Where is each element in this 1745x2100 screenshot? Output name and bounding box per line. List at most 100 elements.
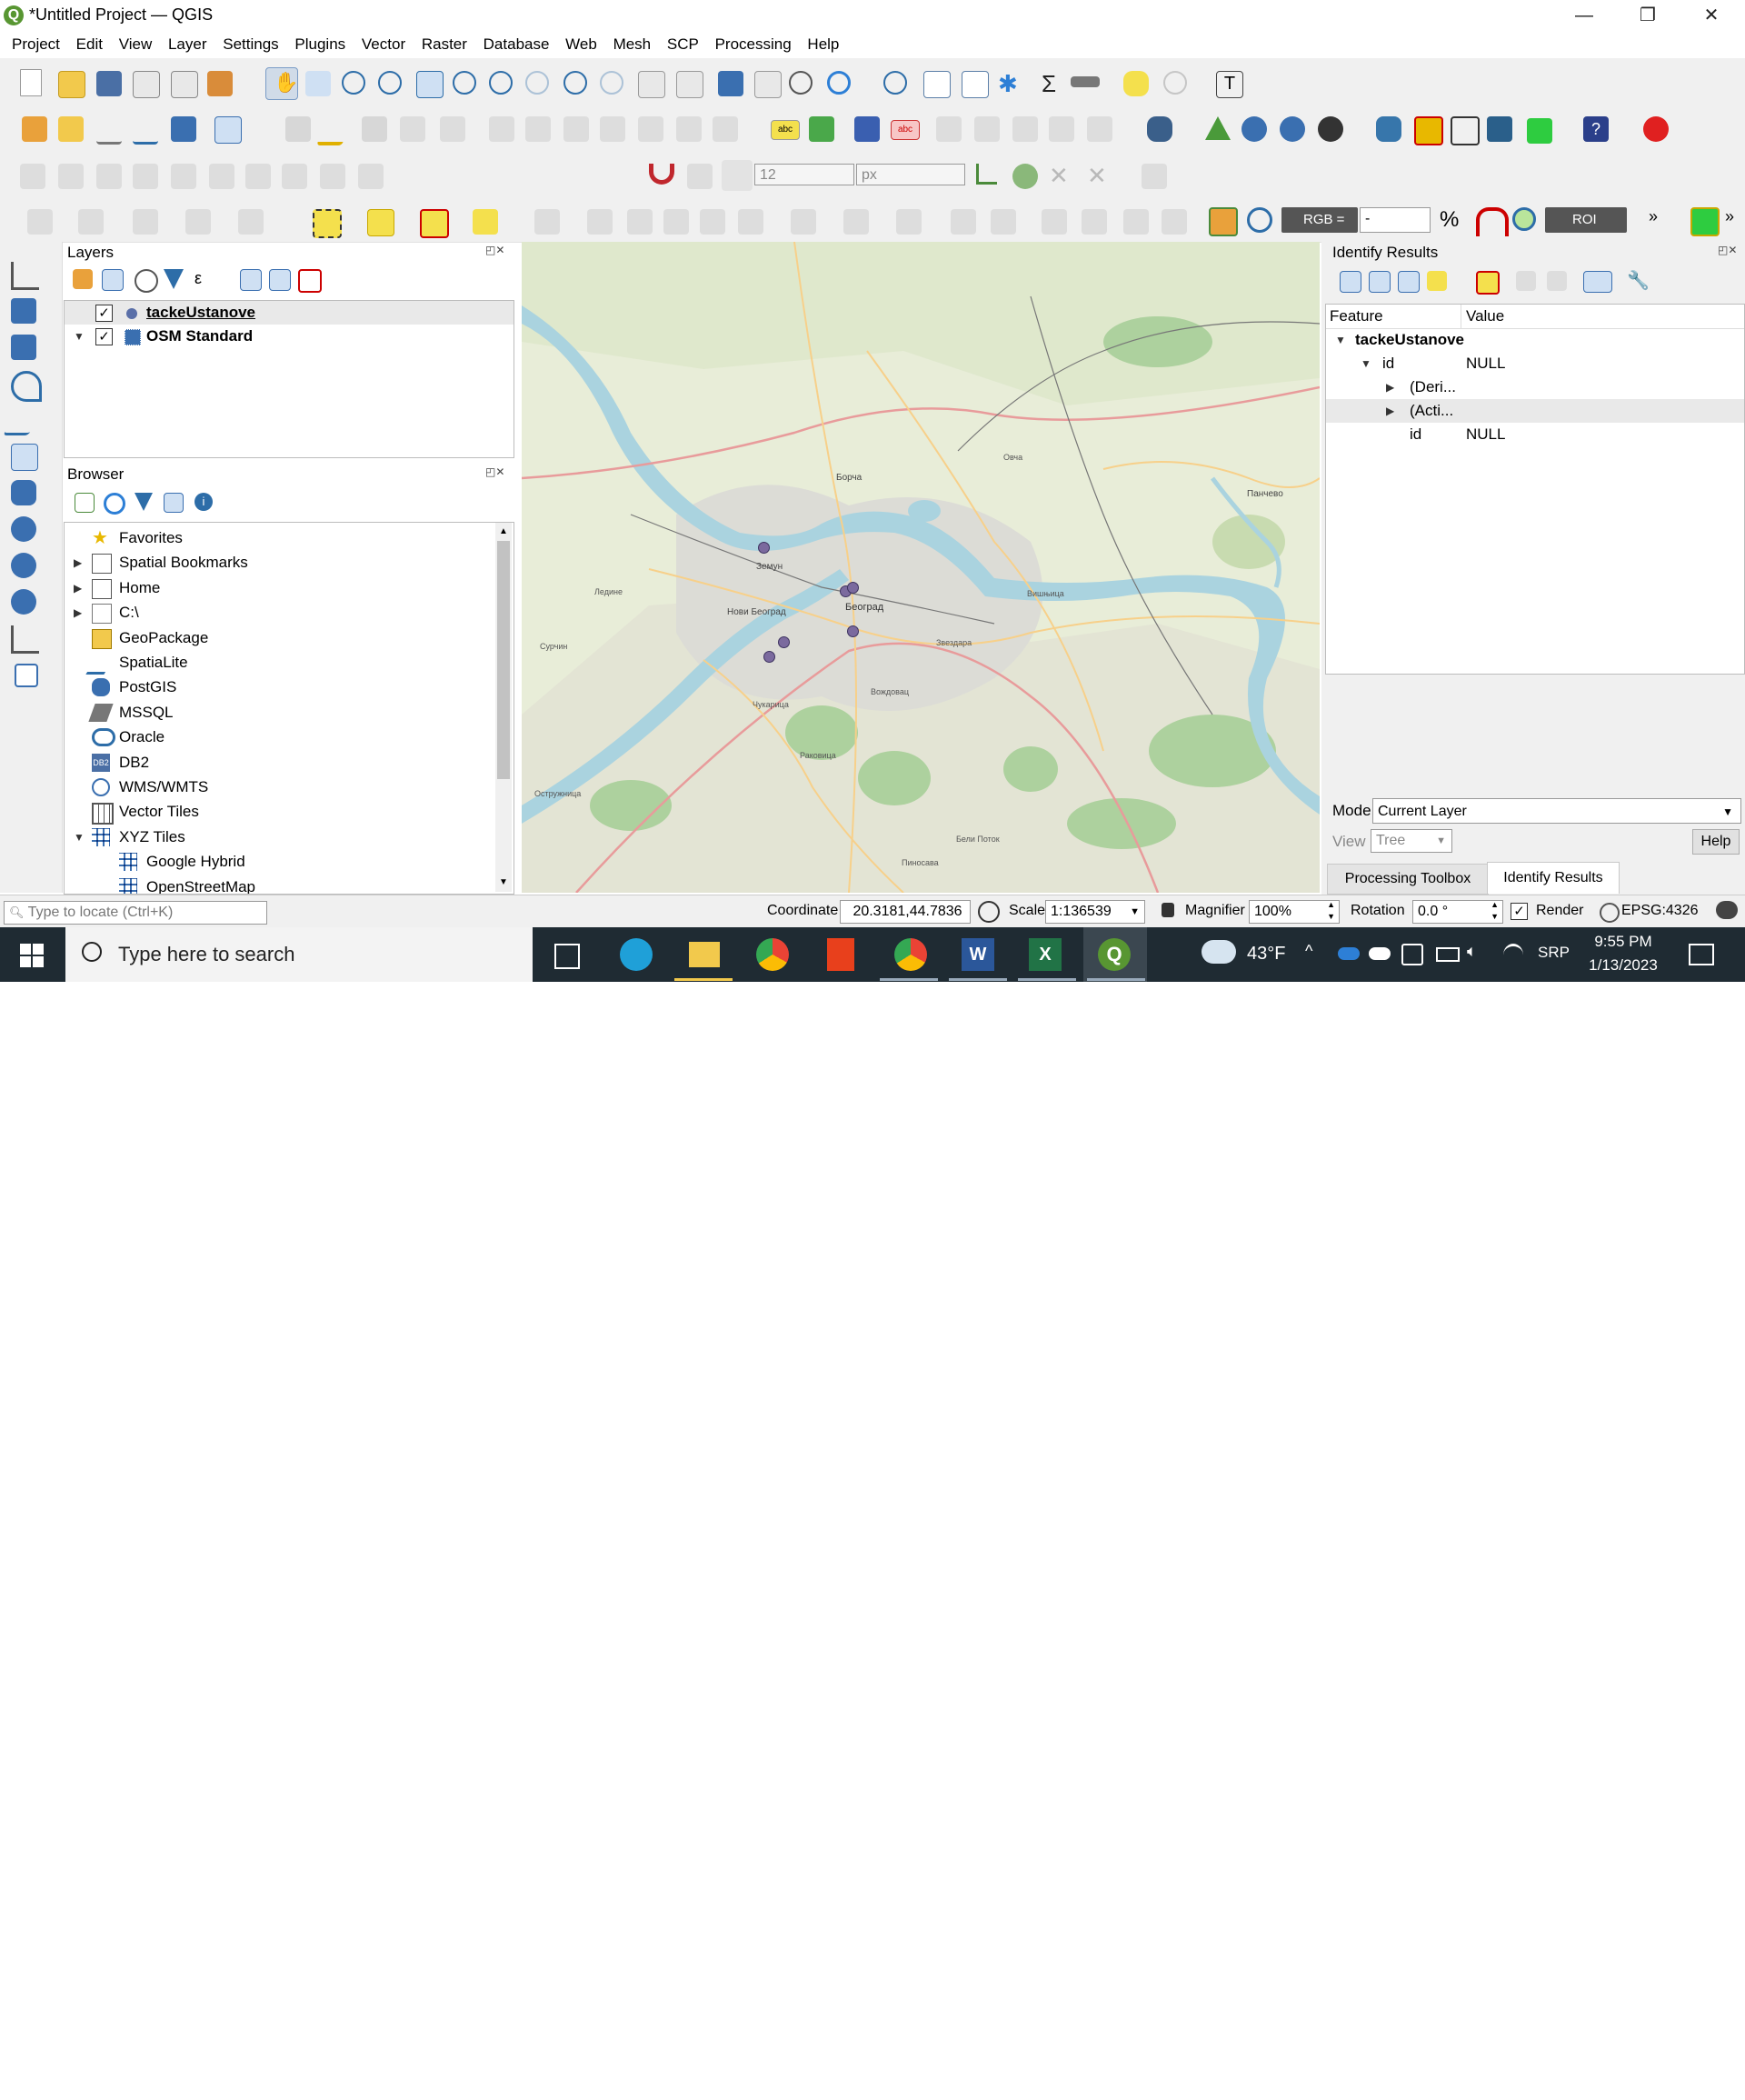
pin-labels-icon[interactable] xyxy=(936,116,962,142)
new-temporary-layer-icon[interactable] xyxy=(171,116,196,142)
spin-arrows-icon[interactable]: ▲ ▼ xyxy=(1491,899,1499,923)
metasearch-icon[interactable] xyxy=(1318,116,1343,142)
snapping-units-select[interactable]: px xyxy=(856,164,965,185)
scp-band-set-icon[interactable] xyxy=(1209,207,1238,236)
annotation-3-icon[interactable] xyxy=(843,209,869,235)
render-checkbox[interactable]: ✓ xyxy=(1511,903,1528,920)
db-manager-icon[interactable] xyxy=(1147,116,1172,142)
remove-layer-icon[interactable] xyxy=(298,269,322,293)
zoom-out-icon[interactable] xyxy=(378,71,402,95)
result-layer-name[interactable]: tackeUstanove xyxy=(1355,328,1464,352)
map-feature-point[interactable] xyxy=(847,582,859,594)
bounding-box-icon[interactable] xyxy=(1451,116,1480,145)
rotate-label-icon[interactable] xyxy=(1049,116,1074,142)
crs-status[interactable]: EPSG:4326 xyxy=(1621,903,1699,919)
new-virtual-layer-icon[interactable] xyxy=(214,116,242,144)
layer-visibility-checkbox[interactable]: ✓ xyxy=(95,305,113,322)
expand-arrow-icon[interactable]: ▼ xyxy=(1361,357,1371,370)
expand-new-results-icon[interactable] xyxy=(1369,271,1391,293)
panel-float-close-icon[interactable]: ◰✕ xyxy=(485,244,504,256)
deselect-all-icon[interactable] xyxy=(420,209,449,238)
pan-map-icon[interactable]: ✋ xyxy=(265,67,298,100)
menu-help[interactable]: Help xyxy=(795,31,839,58)
add-mesh-layer-icon[interactable] xyxy=(11,335,36,360)
python-console-icon[interactable] xyxy=(1376,116,1401,142)
panel-float-close-icon[interactable]: ◰✕ xyxy=(1718,244,1737,256)
browser-item[interactable]: GeoPackage xyxy=(119,626,208,650)
browser-item[interactable]: C:\ xyxy=(119,601,139,625)
weather-temperature[interactable]: 43°F xyxy=(1247,944,1285,965)
magnifier-spinbox[interactable]: 100% ▲ ▼ xyxy=(1249,900,1340,924)
expand-arrow-icon[interactable]: ▶ xyxy=(74,606,82,619)
scp-plugin-icon[interactable] xyxy=(1643,116,1669,142)
new-print-layout-icon[interactable] xyxy=(133,71,160,98)
toggle-editing-icon[interactable] xyxy=(316,116,353,145)
add-grid-icon[interactable] xyxy=(15,664,38,687)
new-3d-map-view-icon[interactable] xyxy=(676,71,703,98)
new-spatialite-layer-icon[interactable] xyxy=(133,116,158,145)
annotation-6-icon[interactable] xyxy=(991,209,1016,235)
add-feature-icon[interactable] xyxy=(400,116,425,142)
tab-processing-toolbox[interactable]: Processing Toolbox xyxy=(1327,864,1489,895)
browser-item[interactable]: PostGIS xyxy=(119,675,176,699)
clock-time[interactable]: 9:55 PM xyxy=(1587,933,1660,951)
scale-combo[interactable]: 1:136539 ▼ xyxy=(1045,900,1145,924)
change-label-icon[interactable] xyxy=(1087,116,1112,142)
annotation-2-icon[interactable] xyxy=(791,209,816,235)
show-hide-labels-icon[interactable] xyxy=(974,116,1000,142)
snapping-mode-icon[interactable] xyxy=(687,164,713,189)
zoom-native-resolution-icon[interactable] xyxy=(525,71,549,95)
toggle-extents-icon[interactable] xyxy=(978,901,1000,923)
vertex-editor-icon[interactable] xyxy=(534,209,560,235)
select-by-radius-icon[interactable] xyxy=(78,209,104,235)
expand-tree-icon[interactable] xyxy=(1340,271,1361,293)
menu-vector[interactable]: Vector xyxy=(350,31,405,58)
layer-item-tackeustanove[interactable]: tackeUstanove xyxy=(146,301,255,325)
filter-by-expression-icon[interactable]: ε xyxy=(194,267,231,289)
lock-scale-icon[interactable] xyxy=(1162,903,1174,917)
close-button[interactable]: ✕ xyxy=(1680,0,1743,31)
manage-map-themes-icon[interactable] xyxy=(135,269,158,293)
scp-percent-stretch-icon[interactable]: % xyxy=(1440,207,1465,233)
attribute-table-icon[interactable] xyxy=(923,71,951,98)
browser-item[interactable]: Vector Tiles xyxy=(119,800,199,824)
menu-processing[interactable]: Processing xyxy=(703,31,792,58)
zoom-in-icon[interactable] xyxy=(342,71,365,95)
office-icon[interactable] xyxy=(827,938,854,971)
column-header-value[interactable]: Value xyxy=(1466,305,1504,328)
layout-manager-icon[interactable] xyxy=(171,71,198,98)
expand-arrow-icon[interactable]: ▼ xyxy=(1335,334,1346,346)
show-map-tips-icon[interactable] xyxy=(1163,71,1187,95)
filter-legend-icon[interactable] xyxy=(164,269,184,289)
result-feature-cell[interactable]: id xyxy=(1382,352,1394,375)
offset-point-symbols-icon[interactable] xyxy=(700,209,725,235)
add-vector-tile-icon[interactable] xyxy=(11,625,39,654)
print-results-icon[interactable] xyxy=(1547,271,1567,291)
expand-arrow-icon[interactable]: ▶ xyxy=(1386,405,1394,417)
messages-icon[interactable] xyxy=(1716,901,1738,919)
map-feature-point[interactable] xyxy=(763,651,775,663)
filter-browser-icon[interactable] xyxy=(135,493,153,511)
toolbar-overflow-button-2[interactable]: » xyxy=(1725,207,1734,226)
chrome-browser-icon[interactable] xyxy=(756,938,789,971)
result-feature-cell[interactable]: (Acti... xyxy=(1410,399,1453,423)
qgis-taskbar-icon[interactable]: Q xyxy=(1098,938,1131,971)
browser-item[interactable]: Home xyxy=(119,576,160,600)
panel-float-close-icon[interactable]: ◰✕ xyxy=(485,465,504,478)
copy-features-icon[interactable] xyxy=(600,116,625,142)
browser-item[interactable]: MSSQL xyxy=(119,701,174,725)
copy-feature-icon[interactable] xyxy=(1516,271,1536,291)
save-layer-edits-icon[interactable] xyxy=(362,116,387,142)
scp-roi-button[interactable]: ROI xyxy=(1545,207,1627,233)
scp-std-dev-icon[interactable] xyxy=(1476,207,1509,236)
measure-line-icon[interactable] xyxy=(1071,76,1100,87)
browser-item[interactable]: WMS/WMTS xyxy=(119,775,208,799)
coordinate-field[interactable]: 20.3181,44.7836 xyxy=(840,900,971,924)
zoom-to-selection-icon[interactable] xyxy=(453,71,476,95)
temporal-controller-icon[interactable] xyxy=(789,71,813,95)
identify-settings-icon[interactable]: 🔧 xyxy=(1627,271,1650,291)
add-postgis-icon[interactable] xyxy=(11,480,36,505)
georeferencer-icon[interactable] xyxy=(1205,116,1231,140)
wifi-icon[interactable] xyxy=(1503,944,1523,966)
menu-scp[interactable]: SCP xyxy=(655,31,699,58)
